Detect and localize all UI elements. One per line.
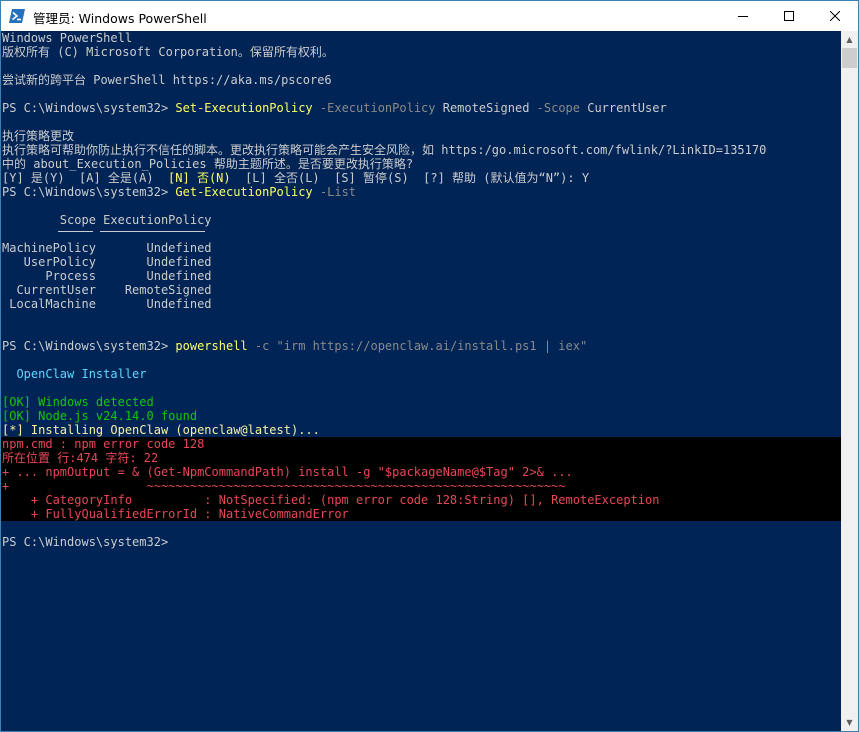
console-line: 执行策略更改 <box>2 129 75 143</box>
error-line: npm.cmd : npm error code 128 <box>2 437 205 451</box>
current-prompt[interactable]: PS C:\Windows\system32> <box>2 535 175 549</box>
maximize-button[interactable] <box>766 1 812 31</box>
console-line: 版权所有 (C) Microsoft Corporation。保留所有权利。 <box>2 45 334 59</box>
argument: CurrentUser <box>587 101 667 115</box>
console-output[interactable]: Windows PowerShell 版权所有 (C) Microsoft Co… <box>1 31 841 731</box>
maximize-icon <box>784 11 794 21</box>
prompt: PS C:\Windows\system32> <box>2 339 176 353</box>
minimize-icon <box>738 16 748 17</box>
parameter: -ExecutionPolicy <box>312 101 443 115</box>
vertical-scrollbar[interactable]: ▲ ▼ <box>841 31 858 731</box>
cmdlet: Get-ExecutionPolicy <box>175 185 313 199</box>
error-line: + ... npmOutput = & (Get-NpmCommandPath)… <box>2 465 573 479</box>
scroll-up-icon[interactable]: ▲ <box>841 31 858 48</box>
console-line: 中的 about_Execution_Policies 帮助主题所述。是否要更改… <box>2 157 414 171</box>
title-bar[interactable]: 管理员: Windows PowerShell <box>1 1 858 31</box>
progress-message: [*] Installing OpenClaw (openclaw@latest… <box>2 423 320 437</box>
header-underline <box>100 231 205 232</box>
choice-line: [Y] 是(Y) [A] 全是(A) [N] 否(N) [L] 全否(L) [S… <box>2 171 589 185</box>
scrollbar-thumb[interactable] <box>842 48 857 68</box>
ok-message: [OK] Node.js v24.14.0 found <box>2 409 198 423</box>
scroll-down-icon[interactable]: ▼ <box>841 714 858 731</box>
error-line: + CategoryInfo : NotSpecified: (npm erro… <box>2 493 660 507</box>
command-line: PS C:\Windows\system32> Get-ExecutionPol… <box>2 185 356 199</box>
string-argument: "irm https://openclaw.ai/install.ps1 | i… <box>276 339 588 353</box>
parameter: -Scope <box>529 101 588 115</box>
choice-text: [Y] 是(Y) [A] 全是(A) <box>2 171 169 185</box>
table-row: Process Undefined <box>2 269 212 283</box>
error-line: 所在位置 行:474 字符: 22 <box>2 451 159 465</box>
error-line: + FullyQualifiedErrorId : NativeCommandE… <box>2 507 349 521</box>
parameter: -c <box>247 339 277 353</box>
choice-text: [L] 全否(L) [S] 暂停(S) [?] 帮助 (默认值为“N”): Y <box>230 171 590 185</box>
table-row: LocalMachine Undefined <box>2 297 212 311</box>
default-choice: [N] 否(N) <box>168 171 231 185</box>
cmdlet: powershell <box>175 339 248 353</box>
cmdlet: Set-ExecutionPolicy <box>175 101 313 115</box>
table-header: Scope ExecutionPolicy <box>2 213 212 227</box>
table-row: CurrentUser RemoteSigned <box>2 283 212 297</box>
command-line: PS C:\Windows\system32> powershell -c "i… <box>2 339 587 353</box>
console-line: Windows PowerShell <box>2 31 133 45</box>
error-line: + ~~~~~~~~~~~~~~~~~~~~~~~~~~~~~~~~~~~~~~… <box>2 479 566 493</box>
powershell-icon <box>9 9 25 23</box>
console-line: 执行策略可帮助你防止执行不信任的脚本。更改执行策略可能会产生安全风险，如 htt… <box>2 143 767 157</box>
command-line: PS C:\Windows\system32> Set-ExecutionPol… <box>2 101 667 115</box>
table-row: UserPolicy Undefined <box>2 255 212 269</box>
close-button[interactable] <box>812 1 858 31</box>
prompt: PS C:\Windows\system32> <box>2 185 176 199</box>
window-title: 管理员: Windows PowerShell <box>33 11 207 26</box>
parameter: -List <box>312 185 357 199</box>
powershell-window: 管理员: Windows PowerShell Windows PowerShe… <box>0 0 859 732</box>
table-row: MachinePolicy Undefined <box>2 241 212 255</box>
minimize-button[interactable] <box>720 1 766 31</box>
header-underline <box>58 231 93 232</box>
console-line: 尝试新的跨平台 PowerShell https://aka.ms/pscore… <box>2 73 332 87</box>
close-icon <box>830 11 840 21</box>
ok-message: [OK] Windows detected <box>2 395 154 409</box>
installer-title: OpenClaw Installer <box>2 367 147 381</box>
prompt: PS C:\Windows\system32> <box>2 101 176 115</box>
argument: RemoteSigned <box>442 101 530 115</box>
